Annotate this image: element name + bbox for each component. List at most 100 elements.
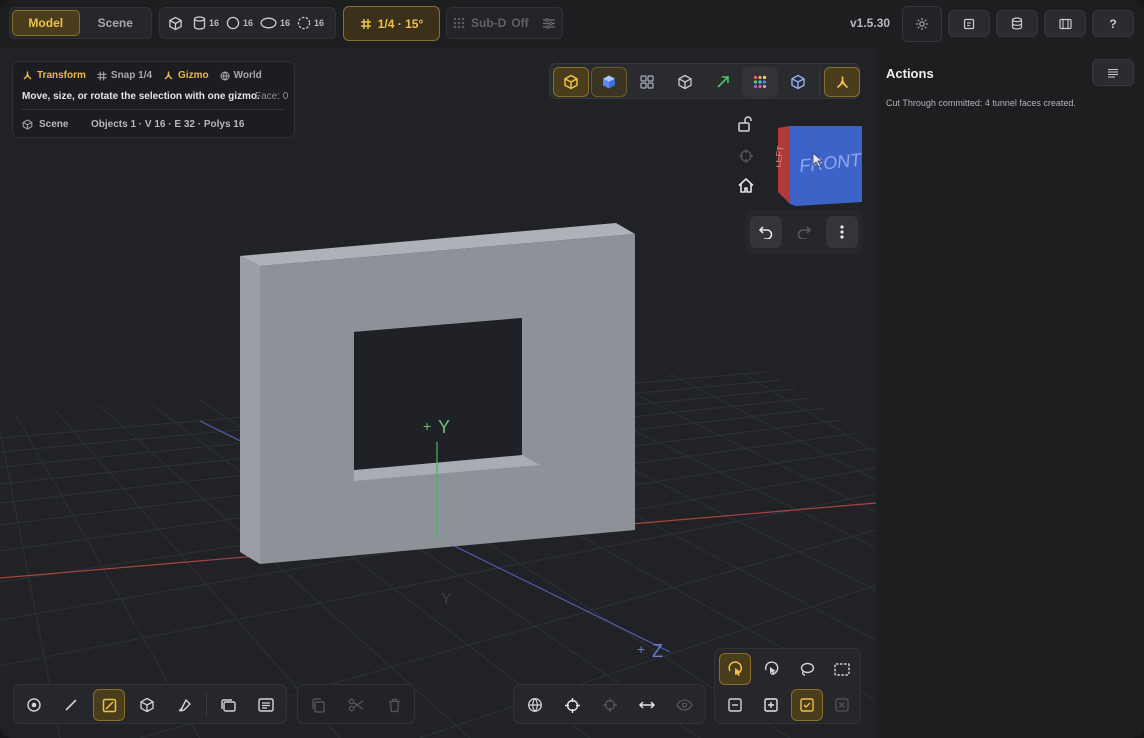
view-toolbar bbox=[549, 63, 860, 99]
actions-title: Actions bbox=[886, 66, 934, 81]
history-controls bbox=[745, 211, 863, 254]
wireframe-view-button[interactable] bbox=[667, 67, 703, 97]
x-square-icon bbox=[835, 698, 849, 712]
paint-mode-button[interactable] bbox=[168, 689, 200, 721]
object-mode-button[interactable] bbox=[131, 689, 163, 721]
scene-stats: Objects 1 · V 16 · E 32 · Polys 16 bbox=[91, 119, 245, 130]
toolbar-divider bbox=[206, 693, 207, 717]
sliders-icon[interactable] bbox=[542, 17, 555, 29]
snap-target-button[interactable] bbox=[594, 689, 626, 721]
transform-mode-label: Transform bbox=[37, 70, 86, 81]
layers-icon bbox=[220, 698, 237, 713]
ring-icon[interactable] bbox=[297, 16, 311, 30]
settings-button[interactable] bbox=[902, 6, 942, 42]
gizmo-label: Gizmo bbox=[178, 70, 209, 81]
grid-hash-icon bbox=[360, 18, 372, 30]
undo-button[interactable] bbox=[750, 216, 782, 248]
lasso-cursor-icon bbox=[727, 661, 743, 677]
lock-open-icon[interactable] bbox=[737, 115, 753, 132]
eye-icon bbox=[675, 699, 693, 711]
select-loop-button[interactable] bbox=[755, 653, 787, 685]
layers-button[interactable] bbox=[212, 689, 244, 721]
z-axis-label: Z bbox=[652, 641, 663, 661]
undo-icon bbox=[758, 225, 774, 239]
actions-menu-button[interactable] bbox=[1092, 59, 1134, 86]
database-button[interactable] bbox=[996, 10, 1038, 37]
torus-icon[interactable] bbox=[260, 17, 277, 29]
select-lasso-button[interactable] bbox=[791, 653, 823, 685]
subd-toggle[interactable]: Sub-D Off bbox=[446, 7, 563, 39]
shaded-view-button[interactable] bbox=[591, 67, 627, 97]
mode-model-button[interactable]: Model bbox=[12, 10, 80, 36]
mode-switch: Model Scene bbox=[9, 7, 152, 39]
pivot-button[interactable] bbox=[556, 689, 588, 721]
scene-label: Scene bbox=[39, 119, 69, 130]
snap-button[interactable]: 1/4 · 15° bbox=[343, 6, 440, 41]
more-options-button[interactable] bbox=[826, 216, 858, 248]
space-label: World bbox=[233, 70, 262, 81]
clipboard-toolbar bbox=[297, 684, 415, 724]
vertex-icon bbox=[26, 697, 42, 713]
file-icon bbox=[963, 18, 975, 30]
mirror-button[interactable] bbox=[631, 689, 663, 721]
redo-button[interactable] bbox=[788, 216, 820, 248]
lasso-icon bbox=[799, 662, 815, 677]
face-count: Face: 0 bbox=[255, 91, 289, 102]
redo-icon bbox=[796, 225, 812, 239]
grid-four-icon bbox=[640, 75, 654, 89]
color-grid-button[interactable] bbox=[742, 67, 778, 97]
export-button[interactable] bbox=[948, 10, 990, 37]
gizmo-toggle-button[interactable] bbox=[824, 67, 860, 97]
cylinder-icon[interactable] bbox=[193, 16, 206, 30]
tunnel-opening bbox=[354, 318, 522, 470]
world-space-button[interactable] bbox=[519, 689, 551, 721]
film-icon bbox=[1058, 18, 1072, 30]
add-selection-button[interactable] bbox=[755, 689, 787, 721]
quad-view-button[interactable] bbox=[629, 67, 665, 97]
crosshair-icon[interactable] bbox=[738, 148, 754, 164]
gear-icon bbox=[915, 17, 929, 31]
visibility-button[interactable] bbox=[668, 689, 700, 721]
scene-icon bbox=[22, 119, 33, 130]
wire-cube-icon bbox=[677, 74, 693, 90]
normals-button[interactable] bbox=[705, 67, 741, 97]
version-label: v1.5.30 bbox=[850, 16, 891, 30]
transform-gizmo-icon bbox=[22, 70, 33, 81]
face-icon bbox=[102, 698, 117, 713]
vertex-mode-button[interactable] bbox=[18, 689, 50, 721]
render-button[interactable] bbox=[1044, 10, 1086, 37]
cube-icon[interactable] bbox=[168, 16, 183, 31]
home-icon[interactable] bbox=[737, 177, 755, 194]
deselect-button[interactable] bbox=[719, 689, 751, 721]
select-pointer-button[interactable] bbox=[719, 653, 751, 685]
transform-space-toolbar bbox=[513, 684, 706, 724]
target-icon bbox=[564, 697, 581, 714]
arrows-horizontal-icon bbox=[639, 699, 655, 711]
cut-button[interactable] bbox=[340, 689, 372, 721]
select-box-button[interactable] bbox=[826, 653, 858, 685]
delete-button[interactable] bbox=[378, 689, 410, 721]
torus-count: 16 bbox=[280, 18, 291, 28]
navigation-cube[interactable]: FRONT LEFT bbox=[772, 124, 864, 208]
tool-description: Move, size, or rotate the selection with… bbox=[22, 91, 260, 102]
copy-button[interactable] bbox=[302, 689, 334, 721]
blue-cube-icon bbox=[790, 74, 806, 90]
edge-mode-button[interactable] bbox=[55, 689, 87, 721]
help-button[interactable]: ? bbox=[1092, 10, 1134, 37]
app-window: Model Scene 16 16 16 16 1/4 · 15° Sub-D … bbox=[0, 0, 1144, 738]
selection-mode-toolbar bbox=[13, 684, 287, 724]
face-mode-button[interactable] bbox=[93, 689, 125, 721]
sphere-icon[interactable] bbox=[226, 16, 240, 30]
check-square-icon bbox=[800, 698, 814, 712]
solid-view-button[interactable] bbox=[553, 67, 589, 97]
snap-info-label: Snap 1/4 bbox=[110, 70, 153, 81]
trash-icon bbox=[388, 698, 401, 713]
clear-selection-button[interactable] bbox=[826, 689, 858, 721]
xray-button[interactable] bbox=[780, 67, 816, 97]
info-panel: Transform Snap 1/4 Gizmo World Move, siz… bbox=[12, 61, 295, 138]
gizmo-axes-icon bbox=[835, 75, 850, 90]
properties-button[interactable] bbox=[250, 689, 282, 721]
confirm-selection-button[interactable] bbox=[791, 689, 823, 721]
mode-scene-button[interactable]: Scene bbox=[82, 10, 150, 36]
list-icon bbox=[1107, 68, 1119, 78]
